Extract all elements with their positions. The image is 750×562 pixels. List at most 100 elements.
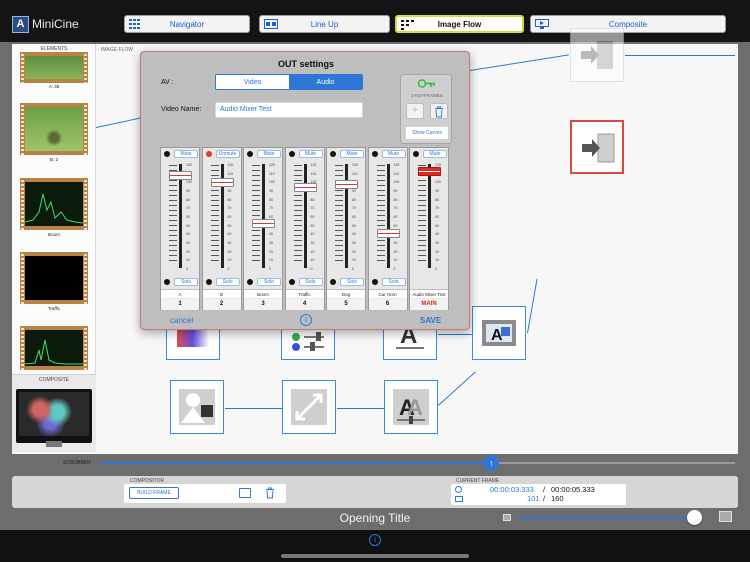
scale-tick-label: 20	[393, 249, 398, 254]
info-icon[interactable]: i	[369, 534, 381, 546]
scale-tick-label: 120	[269, 163, 275, 167]
scale-tick-label: 100	[435, 180, 441, 185]
solo-button[interactable]: Solo	[340, 278, 364, 286]
fader-ticks	[293, 165, 302, 265]
solo-button[interactable]: Solo	[215, 278, 240, 286]
solo-button[interactable]: Solo	[174, 278, 198, 286]
av-segmented-control[interactable]: Video Audio	[215, 74, 363, 90]
scale-tick-label: 120	[393, 163, 400, 167]
scale-tick-label: 0	[269, 267, 271, 271]
output-icon	[582, 133, 615, 163]
tab-imageflow[interactable]: Image Flow	[395, 15, 524, 33]
monitor-icon	[16, 389, 92, 447]
solo-button[interactable]: Solo	[381, 278, 406, 286]
scale-tick-label: 20	[227, 249, 232, 254]
mute-button[interactable]: Mute	[340, 150, 364, 158]
tab-composite[interactable]: Composite	[530, 15, 726, 33]
mute-button[interactable]: Mute	[257, 150, 281, 158]
composite-preview[interactable]: COMPOSITE	[12, 374, 96, 452]
delete-keyframe-button[interactable]	[430, 103, 448, 119]
element-thumb-b[interactable]	[20, 103, 88, 155]
fader-knob[interactable]	[293, 183, 317, 192]
fader-knob[interactable]	[210, 178, 234, 188]
title-composite-node[interactable]: A	[472, 306, 526, 360]
monitor-icon	[535, 19, 549, 29]
scale-tick-label: 50	[352, 223, 356, 228]
scrubber-handle[interactable]: ↑	[483, 455, 500, 471]
lineup-icon	[264, 19, 278, 29]
trash-icon[interactable]	[265, 487, 275, 499]
mute-button[interactable]: Unmute	[215, 150, 240, 158]
out-node-ghost[interactable]	[570, 28, 624, 82]
shape-node[interactable]	[170, 380, 224, 434]
element-thumb-a[interactable]	[20, 52, 88, 83]
scrubber-track[interactable]	[101, 462, 492, 464]
cancel-button[interactable]: cancel	[170, 316, 193, 325]
scale-tick-label: 120	[186, 163, 192, 167]
mute-button[interactable]: Mute	[298, 150, 323, 158]
scale-tick-label: 50	[435, 223, 439, 228]
zoom-slider-handle[interactable]	[686, 510, 702, 525]
image-flow-label: IMAGE FLOW	[101, 47, 133, 53]
scale-tick-label: 30	[310, 241, 315, 245]
scale-tick-label: 20	[186, 249, 190, 254]
main-fader-knob[interactable]	[418, 166, 441, 176]
element-label: Traffic	[47, 306, 61, 311]
solo-button[interactable]: Solo	[257, 278, 281, 286]
av-option-audio[interactable]: Audio	[289, 75, 362, 89]
fader-track[interactable]	[386, 164, 390, 268]
film-strip-icon[interactable]	[239, 488, 251, 498]
scale-node[interactable]	[282, 380, 336, 434]
flow-wire	[225, 408, 282, 409]
current-frame-number[interactable]: 101	[527, 494, 540, 503]
current-time[interactable]: 00:00:03.333	[490, 485, 534, 494]
fader-knob[interactable]	[252, 219, 275, 229]
mute-button[interactable]: Mute	[174, 150, 198, 158]
scale-tick-label: 40	[352, 232, 356, 237]
scale-tick-label: 40	[186, 232, 190, 237]
grid-icon	[129, 19, 140, 29]
scale-tick-label: 90	[393, 189, 398, 193]
solo-button[interactable]: Solo	[298, 278, 323, 286]
element-thumb-traffic[interactable]	[20, 252, 88, 304]
video-name-field[interactable]: Audio Mixer Test	[215, 102, 363, 118]
fader-knob[interactable]	[335, 180, 358, 190]
element-thumb-dog[interactable]	[20, 326, 88, 370]
scale-tick-label: 0	[352, 267, 354, 271]
fader-track[interactable]	[262, 164, 265, 268]
fader-ticks	[169, 165, 177, 265]
show-curves-button[interactable]: Show Curves	[405, 126, 449, 140]
channel-number: 4	[285, 299, 324, 310]
scale-tick-label: 80	[186, 197, 190, 202]
scale-tick-label: 60	[352, 215, 356, 219]
mute-button[interactable]: Mute	[423, 150, 447, 158]
scale-tick-label: 100	[269, 180, 275, 185]
text-opacity-node[interactable]: AA	[384, 380, 438, 434]
scrubber-track-remaining[interactable]	[491, 462, 735, 464]
tab-lineup-label: Line Up	[310, 19, 339, 29]
scale-tick-label: 60	[393, 215, 398, 219]
element-thumb-boom[interactable]	[20, 178, 88, 230]
tab-navigator[interactable]: Navigator	[124, 15, 250, 33]
av-option-video[interactable]: Video	[216, 75, 289, 89]
av-label: AV :	[161, 79, 174, 86]
build-frame-button[interactable]: BUILD FRAME	[129, 487, 179, 499]
fader-track[interactable]	[428, 164, 431, 268]
fader-scale: 1201101009080706050403020100	[310, 163, 325, 271]
fader-track[interactable]	[303, 164, 307, 268]
scale-tick-label: 110	[269, 171, 275, 176]
mute-button[interactable]: Mute	[381, 150, 406, 158]
out-node-selected[interactable]	[570, 120, 624, 174]
scale-tick-label: 70	[393, 206, 398, 211]
tab-lineup[interactable]: Line Up	[259, 15, 390, 33]
mute-indicator-icon	[371, 151, 378, 157]
fader-knob[interactable]	[376, 228, 400, 238]
zoom-slider-track[interactable]	[519, 517, 699, 519]
save-button[interactable]: SAVE	[420, 316, 441, 325]
fader-knob[interactable]	[169, 170, 192, 180]
element-label: B: 2	[49, 157, 58, 162]
add-keyframe-button[interactable]: +	[406, 103, 424, 119]
scale-tick-label: 60	[227, 215, 232, 219]
info-icon[interactable]: i	[300, 314, 312, 326]
frame-icon	[455, 496, 463, 502]
